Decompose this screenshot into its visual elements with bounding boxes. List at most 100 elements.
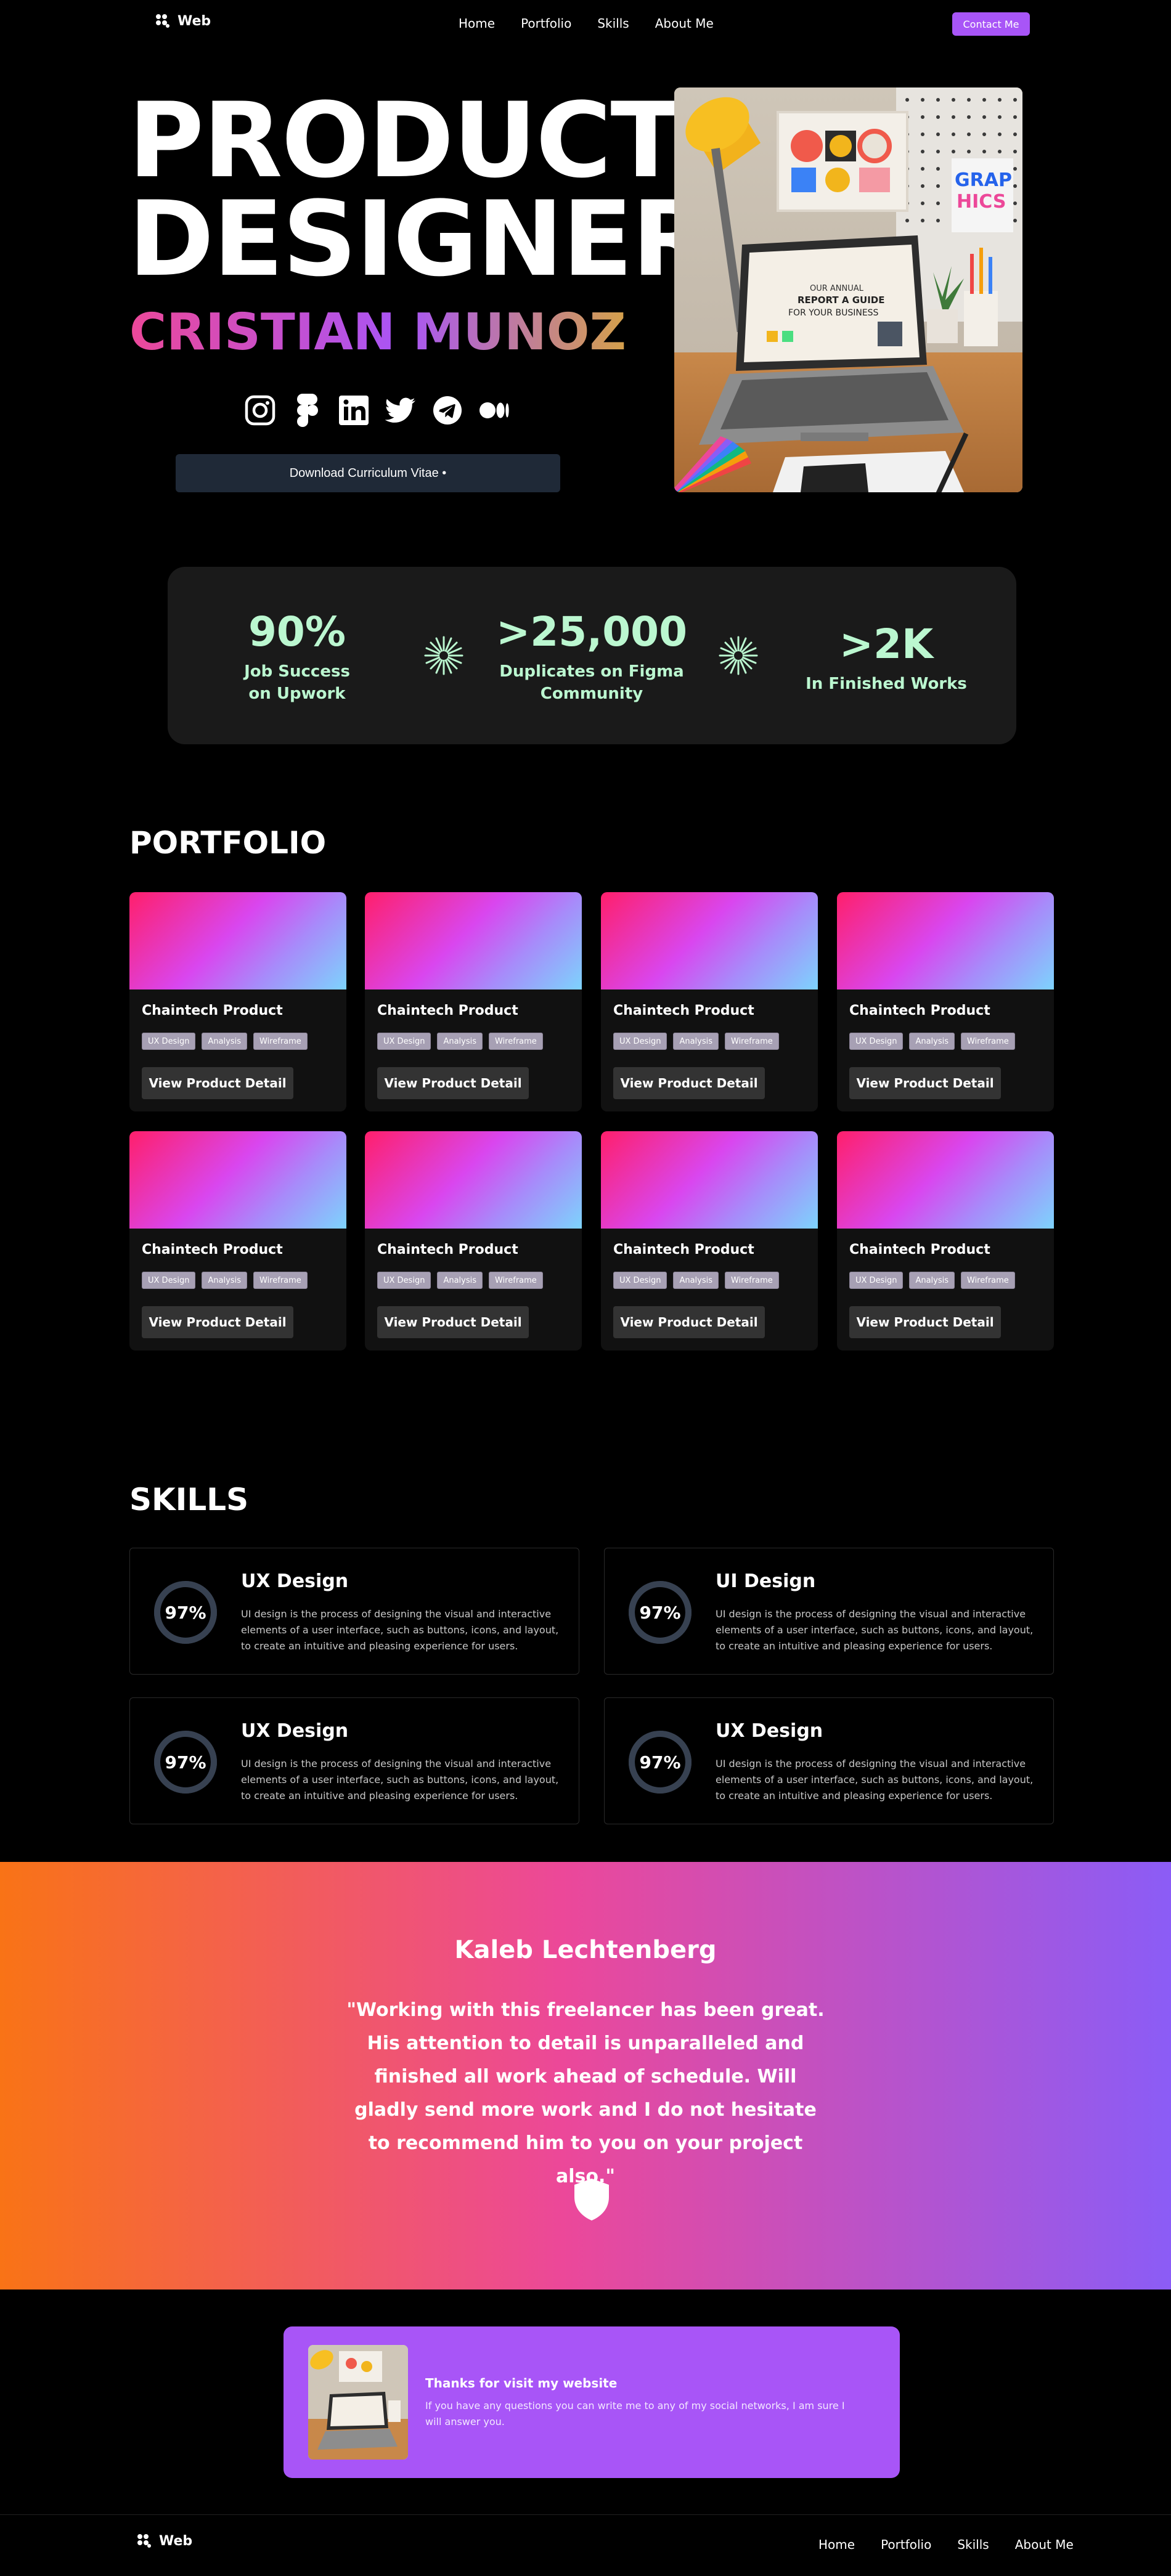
nav-link-skills[interactable]: Skills [597,16,629,31]
nav-link-home[interactable]: Home [459,16,495,31]
hero-workspace-image: GRAP HICS OUR ANNUAL REPORT A GUIDE FOR … [674,87,1022,492]
card-title: Chaintech Product [377,1242,518,1258]
hero-title: PRODUCT DESIGNER [128,80,711,299]
card-title: Chaintech Product [849,1003,990,1018]
logo-icon [137,2534,151,2548]
portfolio-title: PORTFOLIO [129,825,327,861]
card-tags: UX Design Analysis Wireframe [377,1033,543,1050]
view-product-detail-button[interactable]: View Product Detail [613,1306,765,1338]
cta-workspace-image [308,2345,408,2460]
portfolio-card[interactable]: Chaintech Product UX Design Analysis Wirefr… [837,892,1054,1111]
card-tag: UX Design [377,1272,431,1289]
card-tags: UX Design Analysis Wireframe [142,1272,308,1289]
card-tag: Analysis [202,1033,247,1050]
hero-name: CRISTIAN MUNOZ [129,302,626,364]
twitter-icon[interactable] [385,394,417,426]
portfolio-card[interactable]: Chaintech Product UX Design Analysis Wirefr… [601,1131,818,1351]
card-tag: Analysis [202,1272,247,1289]
download-cv-button[interactable]: Download Curriculum Vitae • [176,454,560,492]
telegram-icon[interactable] [431,394,463,426]
card-thumbnail [365,892,582,989]
stat-job-success: 90% Job Success on Upwork [186,607,408,705]
card-thumbnail [129,892,346,989]
portfolio-card[interactable]: Chaintech Product UX Design Analysis Wirefr… [129,892,346,1111]
card-title: Chaintech Product [142,1242,283,1258]
card-tag: Wireframe [725,1272,779,1289]
card-tag: Analysis [673,1033,719,1050]
card-title: Chaintech Product [142,1003,283,1018]
portfolio-card[interactable]: Chaintech Product UX Design Analysis Wirefr… [601,892,818,1111]
logo-text: Web [177,13,211,29]
workspace-illustration: GRAP HICS OUR ANNUAL REPORT A GUIDE FOR … [674,87,1022,492]
skill-name: UI Design [716,1570,816,1592]
view-product-detail-button[interactable]: View Product Detail [613,1067,765,1099]
card-tag: Wireframe [961,1033,1015,1050]
footer-link-skills[interactable]: Skills [957,2537,989,2552]
hero-title-line1: PRODUCT [128,80,681,201]
skill-name: UX Design [241,1720,349,1742]
stat-figma-duplicates: >25,000 Duplicates on Figma Community [481,607,703,705]
footer-link-about[interactable]: About Me [1015,2537,1074,2552]
cta-heading: Thanks for visit my website [425,2376,618,2391]
hero-title-line2: DESIGNER [128,179,711,299]
card-thumbnail [837,1131,1054,1229]
view-product-detail-button[interactable]: View Product Detail [849,1306,1001,1338]
card-tag: UX Design [142,1033,196,1050]
stat-label: Duplicates on Figma Community [481,660,703,705]
card-tag: UX Design [377,1033,431,1050]
social-links [244,394,510,427]
contact-button[interactable]: Contact Me [952,12,1030,36]
portfolio-card[interactable]: Chaintech Product UX Design Analysis Wirefr… [837,1131,1054,1351]
skill-description: UI design is the process of designing th… [241,1608,559,1652]
card-tag: UX Design [849,1272,904,1289]
portfolio-card[interactable]: Chaintech Product UX Design Analysis Wirefr… [129,1131,346,1351]
card-tag: UX Design [849,1033,904,1050]
portfolio-card[interactable]: Chaintech Product UX Design Analysis Wirefr… [365,1131,582,1351]
logo[interactable]: Web [154,12,211,30]
medium-icon[interactable] [478,394,510,426]
card-thumbnail [601,892,818,989]
card-tag: Wireframe [253,1033,308,1050]
footer-link-home[interactable]: Home [818,2537,855,2552]
card-tag: Analysis [437,1272,483,1289]
card-tag: Analysis [909,1033,955,1050]
footer-link-portfolio[interactable]: Portfolio [881,2537,931,2552]
portfolio-card[interactable]: Chaintech Product UX Design Analysis Wirefr… [365,892,582,1111]
figma-icon[interactable] [291,394,323,427]
skill-description: UI design is the process of designing th… [241,1758,559,1802]
stat-label-line1: In Finished Works [806,675,967,693]
skill-card: 97% UX Design UI design is the process of … [604,1697,1054,1824]
skill-card: 97% UI Design UI design is the process of … [604,1548,1054,1675]
laptop-screen-text-1: OUR ANNUAL [810,284,864,293]
linkedin-icon[interactable] [338,394,370,426]
view-product-detail-button[interactable]: View Product Detail [377,1306,529,1338]
poster-text-line1: GRAP [955,169,1012,191]
nav-link-about[interactable]: About Me [655,16,714,31]
stat-value: >2K [839,620,934,668]
top-navbar: Web Home Portfolio Skills About Me Conta… [0,0,1171,49]
view-product-detail-button[interactable]: View Product Detail [142,1067,293,1099]
nav-link-portfolio[interactable]: Portfolio [521,16,571,31]
card-tags: UX Design Analysis Wireframe [142,1033,308,1050]
stat-label-line2: on Upwork [248,685,346,703]
card-tag: Wireframe [253,1272,308,1289]
skill-name: UX Design [241,1570,349,1592]
laptop-screen-text-2: REPORT A GUIDE [798,295,884,306]
card-tag: Analysis [437,1033,483,1050]
instagram-icon[interactable] [244,394,276,426]
footer-logo[interactable]: Web [136,2532,192,2550]
testimonial-author: Kaleb Lechtenberg [454,1936,717,1964]
stat-value: >25,000 [496,608,687,656]
laptop-screen-text-3: FOR YOUR BUSINESS [788,308,879,318]
stat-value: 90% [248,608,346,656]
skill-percent: 97% [165,1602,206,1623]
view-product-detail-button[interactable]: View Product Detail [142,1306,293,1338]
card-tag: Wireframe [961,1272,1015,1289]
view-product-detail-button[interactable]: View Product Detail [849,1067,1001,1099]
card-tag: UX Design [613,1033,667,1050]
stat-label: Job Success on Upwork [186,660,408,705]
view-product-detail-button[interactable]: View Product Detail [377,1067,529,1099]
skill-name: UX Design [716,1720,823,1742]
stats-panel: 90% Job Success on Upwork >25,000 Duplic… [168,567,1016,744]
card-tags: UX Design Analysis Wireframe [377,1272,543,1289]
